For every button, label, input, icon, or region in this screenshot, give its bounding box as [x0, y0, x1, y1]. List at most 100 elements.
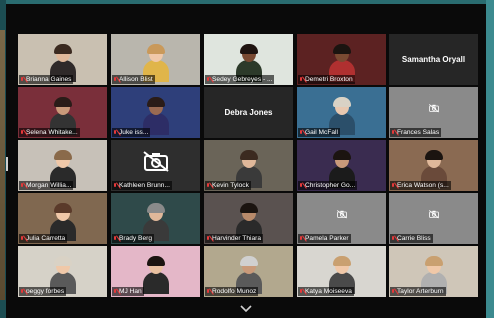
participant-name-label: Juke iss...	[112, 128, 151, 137]
participant-tile[interactable]: Carrie Bliss	[389, 193, 478, 244]
mic-muted-icon	[299, 129, 303, 136]
mic-muted-icon	[20, 235, 24, 242]
participant-name-label: Brady Berg	[112, 234, 154, 243]
participant-tile[interactable]: Morgan Willia...	[18, 140, 107, 191]
chevron-down-icon[interactable]	[240, 305, 252, 313]
participant-tile[interactable]: Sedey Gebreyes - ...	[204, 34, 293, 85]
participant-tile[interactable]: Brianna Gaines	[18, 34, 107, 85]
participant-tile[interactable]: Samantha Oryall	[389, 34, 478, 85]
window-border-right	[486, 0, 494, 318]
participant-name-label: Harvinder Thiara	[205, 234, 263, 243]
mic-muted-icon	[299, 235, 303, 242]
participant-tile[interactable]: Brady Berg	[111, 193, 200, 244]
participant-name: MJ Han	[119, 288, 142, 295]
participant-name: Julia Carretta	[26, 235, 66, 242]
participant-tile[interactable]: Gail McFall	[297, 87, 386, 138]
participant-tile[interactable]: Christopher Go...	[297, 140, 386, 191]
mic-muted-icon	[113, 129, 117, 136]
participant-name-label: Julia Carretta	[19, 234, 68, 243]
participant-tile[interactable]: peggy forbes	[18, 246, 107, 297]
participant-tile[interactable]: Julia Carretta	[18, 193, 107, 244]
mic-muted-icon	[206, 288, 210, 295]
side-panel-edge	[0, 30, 5, 300]
participant-name-label: Erica Watson (s...	[390, 181, 451, 190]
participant-tile[interactable]: Selena Whitake...	[18, 87, 107, 138]
participant-name-card: Samantha Oryall	[401, 55, 466, 64]
participant-name: Frances Salas	[397, 129, 440, 136]
panel-resize-handle[interactable]	[6, 157, 8, 171]
camera-off-icon	[336, 210, 347, 219]
participant-tile[interactable]: MJ Han	[111, 246, 200, 297]
participant-name: Brianna Gaines	[26, 76, 72, 83]
mic-muted-icon	[206, 235, 210, 242]
participant-name: Juke iss...	[119, 129, 149, 136]
participant-name-label: Taylor Arterburn	[390, 287, 446, 296]
participant-name-label: peggy forbes	[19, 287, 67, 296]
camera-off-icon	[428, 210, 439, 219]
participant-name-label: Morgan Willia...	[19, 181, 74, 190]
participant-name-label: Brianna Gaines	[19, 75, 74, 84]
mic-muted-icon	[20, 76, 24, 83]
mic-muted-icon	[20, 182, 24, 189]
participant-name: peggy forbes	[26, 288, 65, 295]
participant-tile[interactable]: Debra Jones	[204, 87, 293, 138]
participant-name-label: MJ Han	[112, 287, 144, 296]
participant-tile[interactable]: Erica Watson (s...	[389, 140, 478, 191]
participant-name-label: Selena Whitake...	[19, 128, 80, 137]
mic-muted-icon	[206, 76, 210, 83]
mic-muted-icon	[299, 76, 303, 83]
participant-name-label: Gail McFall	[298, 128, 340, 137]
mic-muted-icon	[206, 182, 210, 189]
participant-name-label: Rodolfo Munoz	[205, 287, 259, 296]
mic-muted-icon	[20, 288, 24, 295]
participant-tile[interactable]: Allison Blist	[111, 34, 200, 85]
participant-tile[interactable]: Taylor Arterburn	[389, 246, 478, 297]
participant-tile[interactable]: Rodolfo Munoz	[204, 246, 293, 297]
mic-muted-icon	[391, 182, 395, 189]
mic-muted-icon	[113, 182, 117, 189]
camera-off-icon	[142, 151, 169, 173]
participant-tile[interactable]: Pamela Parker	[297, 193, 386, 244]
participant-name: Demetri Broxton	[305, 76, 353, 83]
participant-tile[interactable]: Demetri Broxton	[297, 34, 386, 85]
participant-avatar	[142, 256, 169, 294]
participant-tile[interactable]: Kathleen Brunn...	[111, 140, 200, 191]
participant-tile[interactable]: Kevin Tylock	[204, 140, 293, 191]
participant-name: Taylor Arterburn	[397, 288, 444, 295]
participant-tile[interactable]: Harvinder Thiara	[204, 193, 293, 244]
participant-tile[interactable]: Frances Salas	[389, 87, 478, 138]
mic-muted-icon	[391, 129, 395, 136]
mic-muted-icon	[299, 182, 303, 189]
participant-name: Katya Moiseeva	[305, 288, 352, 295]
mic-muted-icon	[391, 288, 395, 295]
participant-name-label: Frances Salas	[390, 128, 442, 137]
mic-muted-icon	[113, 76, 117, 83]
participant-name-label: Katya Moiseeva	[298, 287, 354, 296]
mic-muted-icon	[299, 288, 303, 295]
mic-muted-icon	[391, 235, 395, 242]
participant-name: Allison Blist	[119, 76, 153, 83]
camera-off-icon	[428, 104, 439, 113]
participant-name: Carrie Bliss	[397, 235, 431, 242]
window-border-top	[0, 0, 494, 4]
participant-name-label: Demetri Broxton	[298, 75, 355, 84]
participant-name: Erica Watson (s...	[397, 182, 449, 189]
mic-muted-icon	[113, 288, 117, 295]
participant-tile[interactable]: Juke iss...	[111, 87, 200, 138]
participant-name-label: Sedey Gebreyes - ...	[205, 75, 275, 84]
participant-name: Selena Whitake...	[26, 129, 78, 136]
participant-name: Kevin Tylock	[212, 182, 249, 189]
participant-name-card: Debra Jones	[224, 108, 273, 117]
participant-name: Harvinder Thiara	[212, 235, 261, 242]
participant-name: Sedey Gebreyes - ...	[212, 76, 273, 83]
participant-name-label: Pamela Parker	[298, 234, 351, 243]
participant-name: Morgan Willia...	[26, 182, 72, 189]
participant-name: Gail McFall	[305, 129, 338, 136]
gallery-grid: Brianna Gaines Allison Blist Sedey Gebreye…	[18, 34, 480, 306]
mic-muted-icon	[20, 129, 24, 136]
participant-name: Brady Berg	[119, 235, 152, 242]
participant-name-label: Christopher Go...	[298, 181, 358, 190]
participant-tile[interactable]: Katya Moiseeva	[297, 246, 386, 297]
participant-name: Kathleen Brunn...	[119, 182, 170, 189]
participant-name-label: Carrie Bliss	[390, 234, 433, 243]
